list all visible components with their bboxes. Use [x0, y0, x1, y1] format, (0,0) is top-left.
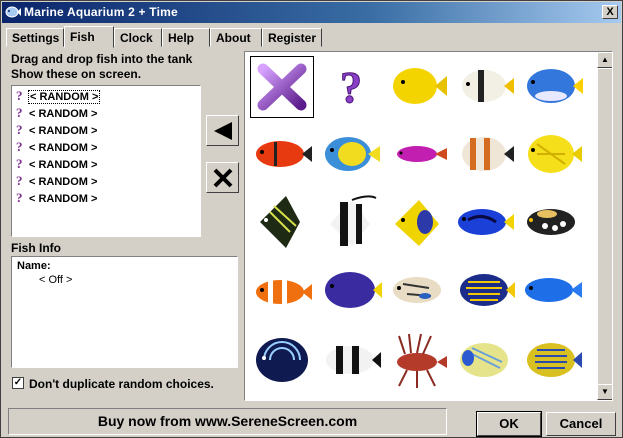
copperband-butterflyfish-icon [462, 137, 514, 171]
purple-tang-icon [325, 272, 382, 308]
emperor-angelfish-icon [460, 274, 515, 306]
clown-triggerfish-icon [527, 209, 575, 235]
app-fish-icon [5, 6, 21, 18]
blue-yellow-angelfish-icon [325, 137, 380, 171]
majestic-angelfish-icon [527, 343, 582, 377]
striped-butterflyfish-icon [462, 70, 514, 102]
tab-register[interactable]: Register [262, 28, 322, 47]
name-value: < Off > [39, 274, 73, 286]
tab-clock[interactable]: Clock [114, 28, 162, 47]
random-fish-icon: ? [16, 105, 23, 120]
fish-option-random[interactable]: ? [318, 56, 384, 118]
moorish-idol-icon [330, 195, 377, 246]
koran-angelfish-icon [256, 338, 308, 382]
list-item[interactable]: ? < RANDOM > [16, 105, 98, 121]
yellow-tang-icon [393, 68, 447, 104]
remove-fish-button[interactable] [206, 162, 239, 193]
cancel-button[interactable]: Cancel [546, 412, 616, 436]
fish-lemon-butterfly[interactable] [519, 124, 585, 186]
fish-gallery[interactable]: ? ▲ ▼ [244, 51, 613, 401]
fish-picasso-trigger[interactable] [385, 260, 451, 322]
close-button[interactable]: X [602, 5, 618, 19]
fish-purple-tang[interactable] [318, 260, 384, 322]
list-item[interactable]: ? < RANDOM > [16, 156, 98, 172]
fish-powder-blue-tang[interactable] [519, 56, 585, 118]
fish-copperband-butterfly[interactable] [452, 124, 518, 186]
tab-settings[interactable]: Settings [6, 28, 64, 47]
clownfish-icon [256, 280, 312, 304]
random-fish-icon: ? [16, 139, 23, 154]
buy-now-banner[interactable]: Buy now from www.SereneScreen.com [8, 408, 447, 435]
shown-fish-list[interactable]: ? < RANDOM > ? < RANDOM > ? < RANDOM > ? < R… [11, 85, 201, 237]
scroll-up-button[interactable]: ▲ [597, 52, 612, 68]
ok-button[interactable]: OK [476, 411, 542, 437]
random-fish-icon: ? [16, 156, 23, 171]
no-duplicate-label: Don't duplicate random choices. [29, 377, 214, 391]
window-title: Marine Aquarium 2 + Time [24, 5, 178, 19]
fish-lionfish[interactable] [385, 330, 451, 392]
fish-emperor-angel[interactable] [452, 260, 518, 322]
random-fish-icon: ? [16, 122, 23, 137]
fish-flame-angel[interactable] [250, 124, 316, 186]
fish-yellow-angel[interactable] [385, 192, 451, 254]
fish-humbug-damsel[interactable] [318, 330, 384, 392]
random-fish-icon: ? [16, 190, 23, 205]
random-fish-icon: ? [16, 173, 23, 188]
fish-info-heading: Fish Info [11, 241, 61, 255]
fish-purple-dottyback[interactable] [385, 124, 451, 186]
french-angelfish-icon [260, 196, 300, 248]
x-icon [213, 168, 232, 187]
settings-window: Marine Aquarium 2 + Time X Settings Fish… [0, 0, 623, 438]
drag-instruction: Drag and drop fish into the tank [11, 52, 193, 66]
arrow-left-icon [213, 121, 232, 140]
random-fish-icon: ? [16, 88, 23, 103]
fish-koran-angel[interactable] [250, 330, 316, 392]
fish-majestic-angel[interactable] [519, 330, 585, 392]
fish-moorish-idol[interactable] [318, 192, 384, 254]
fish-yellow-tang[interactable] [385, 56, 451, 118]
humbug-damselfish-icon [326, 346, 381, 374]
fish-clownfish[interactable] [250, 260, 316, 322]
tab-help[interactable]: Help [162, 28, 210, 47]
fish-french-angel[interactable] [250, 192, 316, 254]
gallery-scrollbar[interactable]: ▲ ▼ [597, 52, 612, 400]
blue-damselfish-icon [525, 278, 582, 302]
lionfish-icon [397, 333, 447, 388]
tab-fish[interactable]: Fish [64, 26, 114, 48]
purple-x-icon [257, 63, 307, 111]
scroll-down-button[interactable]: ▼ [597, 384, 612, 400]
list-item[interactable]: ? < RANDOM > [16, 190, 98, 206]
fish-info-box: Name: < Off > [11, 256, 238, 368]
no-duplicate-checkbox[interactable]: ✓ [12, 377, 24, 389]
flame-angelfish-icon [256, 141, 312, 167]
purple-firefish-icon [397, 146, 447, 162]
show-instruction: Show these on screen. [11, 67, 142, 81]
purple-question-icon: ? [340, 63, 363, 113]
lemon-butterflyfish-icon [528, 135, 582, 173]
name-label: Name: [17, 260, 51, 272]
scroll-thumb[interactable] [597, 68, 612, 386]
fish-butterfly-striped[interactable] [452, 56, 518, 118]
fish-blue-yellow-angel[interactable] [318, 124, 384, 186]
blueface-angelfish-icon [460, 343, 508, 377]
fish-blue-chromis[interactable] [519, 260, 585, 322]
list-item[interactable]: ? < RANDOM > [16, 173, 98, 189]
list-item[interactable]: ? < RANDOM > [16, 122, 98, 138]
picasso-triggerfish-icon [393, 277, 441, 303]
fish-regal-tang[interactable] [452, 192, 518, 254]
list-item[interactable]: ? < RANDOM > [16, 139, 98, 155]
fish-clown-trigger[interactable] [519, 192, 585, 254]
svg-text:?: ? [340, 63, 362, 112]
list-item[interactable]: ? < RANDOM > [16, 88, 101, 104]
yellow-angelfish-icon [395, 200, 439, 246]
regal-blue-tang-icon [458, 209, 514, 235]
powder-blue-tang-icon [527, 69, 583, 103]
add-fish-button[interactable] [206, 115, 239, 146]
fish-option-none[interactable] [250, 56, 314, 118]
tab-about[interactable]: About [210, 28, 262, 47]
fish-blue-face-angel[interactable] [452, 330, 518, 392]
title-bar[interactable]: Marine Aquarium 2 + Time X [2, 2, 621, 23]
